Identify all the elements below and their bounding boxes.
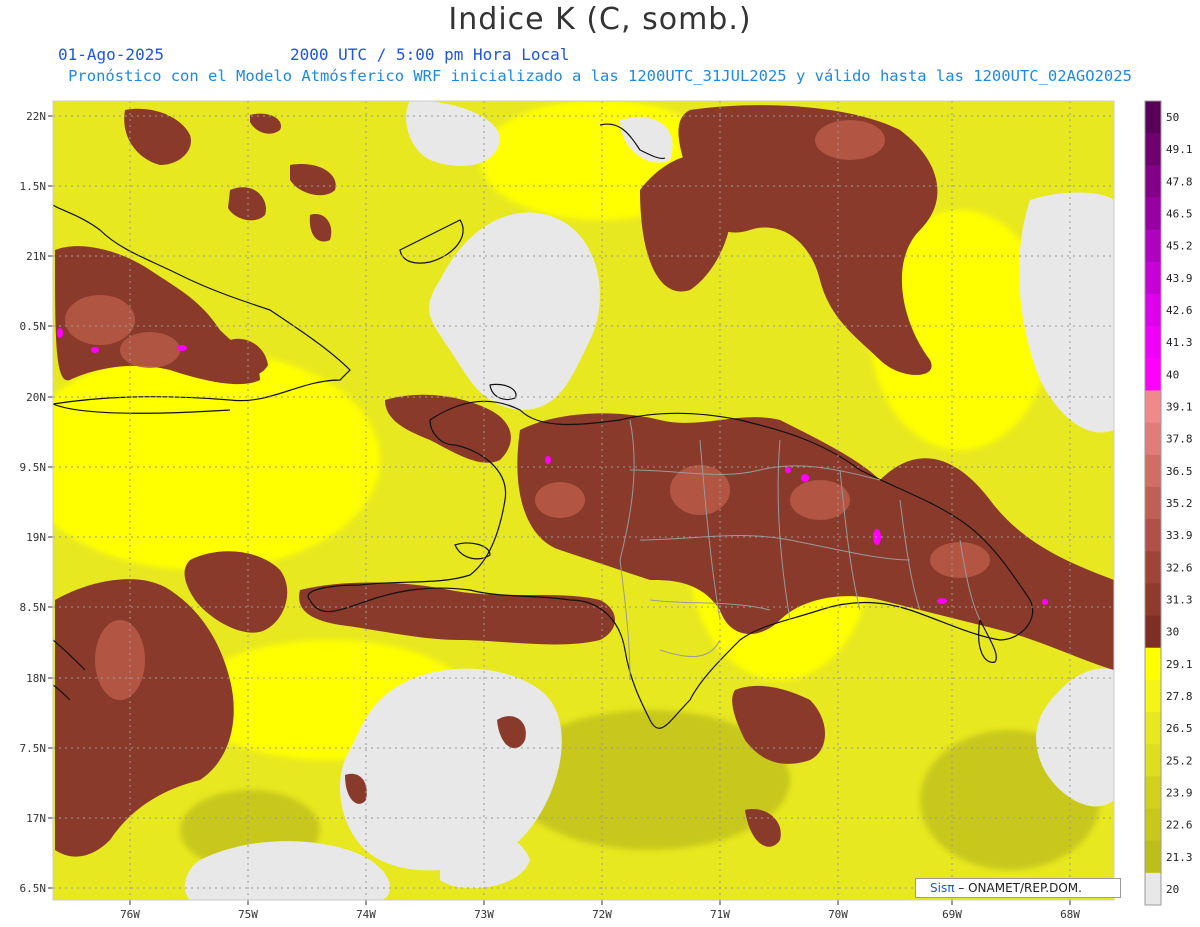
forecast-map: 22N 1.5N 21N 0.5N 20N 9.5N 19N 8.5N 18N … (20, 100, 1193, 921)
lon-label: 74W (356, 908, 376, 921)
colorbar-label: 49.1 (1166, 143, 1193, 156)
colorbar-label: 37.8 (1166, 433, 1193, 446)
lat-label: 8.5N (20, 601, 47, 614)
lon-label: 75W (238, 908, 258, 921)
colorbar-label: 41.3 (1166, 336, 1193, 349)
credit-box: Sisπ – ONAMET/REP.DOM. (915, 878, 1121, 898)
colorbar-swatch (1145, 486, 1161, 520)
lat-label: 6.5N (20, 882, 47, 895)
lat-label: 18N (26, 672, 46, 685)
colorbar-swatch (1145, 776, 1161, 810)
colorbar-label: 33.9 (1166, 529, 1193, 542)
colorbar-swatch (1145, 197, 1161, 231)
colorbar-label: 25.2 (1166, 754, 1193, 767)
colorbar-swatch (1145, 165, 1161, 198)
colorbar-label: 43.9 (1166, 272, 1193, 285)
colorbar-label: 36.5 (1166, 465, 1193, 478)
lon-label: 72W (592, 908, 612, 921)
lat-label: 22N (26, 110, 46, 123)
colorbar-swatch (1145, 261, 1161, 295)
credit-brand: Sisπ (930, 881, 955, 895)
colorbar-label: 39.1 (1166, 401, 1193, 414)
lon-label: 70W (828, 908, 848, 921)
colorbar-label: 23.9 (1166, 786, 1193, 799)
colorbar-label: 45.2 (1166, 240, 1193, 253)
colorbar-swatch (1145, 808, 1161, 842)
colorbar-swatch (1145, 133, 1161, 166)
colorbar-label: 46.5 (1166, 208, 1193, 221)
longitude-labels: 76W 75W 74W 73W 72W 71W 70W 69W 68W (120, 908, 1080, 921)
lat-label: 9.5N (20, 461, 47, 474)
colorbar-label: 50 (1166, 111, 1179, 124)
colorbar-swatch (1145, 390, 1161, 424)
colorbar-label: 21.3 (1166, 851, 1193, 864)
colorbar-label: 31.3 (1166, 593, 1193, 606)
lat-label: 21N (26, 250, 46, 263)
colorbar-swatch (1145, 583, 1161, 617)
lon-label: 68W (1060, 908, 1080, 921)
colorbar-swatch (1145, 840, 1161, 874)
lon-label: 71W (710, 908, 730, 921)
colorbar-swatch (1145, 293, 1161, 327)
colorbar-swatch (1145, 229, 1161, 263)
colorbar-swatch (1145, 358, 1161, 391)
colorbar-label: 42.6 (1166, 304, 1193, 317)
colorbar-swatch (1145, 422, 1161, 456)
colorbar-label: 40 (1166, 368, 1179, 381)
colorbar-label: 35.2 (1166, 497, 1193, 510)
credit-text: – ONAMET/REP.DOM. (958, 881, 1082, 895)
lat-label: 0.5N (20, 320, 47, 333)
lon-label: 73W (474, 908, 494, 921)
colorbar-label: 47.8 (1166, 175, 1193, 188)
colorbar-swatch (1145, 519, 1161, 552)
colorbar: 50 49.1 47.8 46.5 45.2 43.9 42.6 41.3 40 39.1 37.8… (1144, 100, 1193, 906)
latitude-labels: 22N 1.5N 21N 0.5N 20N 9.5N 19N 8.5N 18N … (20, 110, 47, 895)
colorbar-swatch (1145, 744, 1161, 777)
field-layer (53, 101, 1114, 900)
colorbar-swatch (1145, 712, 1161, 745)
colorbar-label: 22.6 (1166, 819, 1193, 832)
lon-label: 76W (120, 908, 140, 921)
lon-label: 69W (942, 908, 962, 921)
colorbar-swatch (1145, 647, 1161, 681)
colorbar-label: 29.1 (1166, 658, 1193, 671)
colorbar-swatch (1145, 872, 1161, 906)
lat-label: 19N (26, 531, 46, 544)
colorbar-swatch (1145, 615, 1161, 649)
lat-label: 20N (26, 391, 46, 404)
colorbar-label: 30 (1166, 626, 1179, 639)
colorbar-label: 27.8 (1166, 690, 1193, 703)
colorbar-label: 20 (1166, 883, 1179, 896)
colorbar-swatch (1145, 551, 1161, 584)
colorbar-swatch (1145, 454, 1161, 488)
lat-label: 7.5N (20, 742, 47, 755)
colorbar-label: 32.6 (1166, 561, 1193, 574)
colorbar-swatch (1145, 101, 1161, 134)
colorbar-swatch (1145, 679, 1161, 713)
lat-label: 17N (26, 812, 46, 825)
colorbar-swatch (1145, 326, 1161, 359)
lat-label: 1.5N (20, 180, 47, 193)
colorbar-label: 26.5 (1166, 722, 1193, 735)
